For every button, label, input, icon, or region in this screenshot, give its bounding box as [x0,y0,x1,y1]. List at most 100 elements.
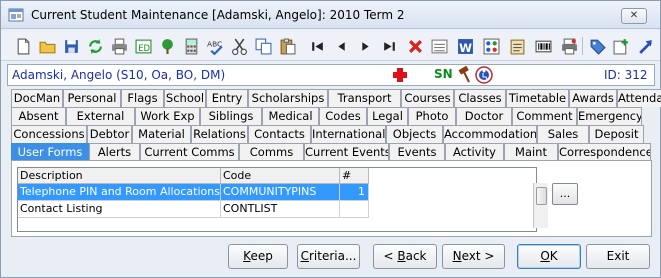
gavel-icon[interactable] [456,66,472,84]
tab-doctor[interactable]: Doctor [456,107,512,125]
column-header-code[interactable]: Code [221,168,340,184]
cell-code: COMMUNITYPINS [221,184,340,201]
tab-current-events[interactable]: Current Events [304,143,389,161]
back-button[interactable]: < Back [373,244,437,269]
delete-icon[interactable] [405,36,425,56]
tab-emergency[interactable]: Emergency [577,107,642,125]
add-note-icon[interactable] [611,36,631,56]
open-folder-icon[interactable] [37,36,57,56]
tab-comms[interactable]: Comms [239,143,304,161]
browse-button[interactable]: ... [552,183,578,205]
tab-international[interactable]: International [311,125,386,143]
last-record-icon[interactable] [379,36,399,56]
tab-medical[interactable]: Medical [262,107,319,125]
spellcheck-icon[interactable]: ABC [205,36,225,56]
print-preview-icon[interactable] [559,36,579,56]
tab-classes[interactable]: Classes [454,89,506,107]
next-button[interactable]: Next > [442,244,505,269]
student-maintenance-window: Current Student Maintenance [Adamski, An… [0,0,661,278]
tab-accommodation[interactable]: Accommodation [443,125,537,143]
table-row[interactable]: Contact Listing CONTLIST [18,201,536,218]
tab-siblings[interactable]: Siblings [200,107,262,125]
tab-material[interactable]: Material [132,125,191,143]
medical-cross-icon[interactable] [391,66,409,84]
svg-text:W: W [459,40,472,54]
edit-icon[interactable]: ED [133,36,153,56]
tab-entry[interactable]: Entry [206,89,248,107]
tab-activity[interactable]: Activity [445,143,504,161]
special-needs-icon[interactable]: SN [434,67,453,81]
previous-record-icon[interactable] [331,36,351,56]
tab-contacts[interactable]: Contacts [248,125,311,143]
tab-debtor[interactable]: Debtor [87,125,132,143]
tab-current-comms[interactable]: Current Comms [140,143,239,161]
criteria-button[interactable]: Criteria... [297,244,360,269]
grid-vertical-scrollbar[interactable] [533,183,548,228]
tab-concessions[interactable]: Concessions [11,125,87,143]
svg-text:ED: ED [138,43,150,53]
tab-docman[interactable]: DocMan [11,89,63,107]
tab-relations[interactable]: Relations [191,125,248,143]
tab-personal[interactable]: Personal [63,89,121,107]
table-row[interactable]: Telephone PIN and Room Allocations COMMU… [18,184,536,201]
next-record-icon[interactable] [355,36,375,56]
tab-alerts[interactable]: Alerts [89,143,140,161]
toolbar: ED ABC W [1,31,660,61]
tab-deposit[interactable]: Deposit [589,125,644,143]
tab-transport[interactable]: Transport [328,89,401,107]
paste-icon[interactable] [277,36,297,56]
tab-awards[interactable]: Awards [569,89,617,107]
tab-scholarships[interactable]: Scholarships [248,89,328,107]
copy-icon[interactable] [253,36,273,56]
cell-description: Contact Listing [18,201,221,218]
tag-icon[interactable] [587,36,607,56]
app-icon [8,8,24,22]
tab-comment[interactable]: Comment [512,107,577,125]
edit-arrow-icon[interactable] [635,36,655,56]
student-name: Adamski, Angelo (S10, Oa, BO, DM) [12,68,226,82]
tab-events[interactable]: Events [389,143,445,161]
first-record-icon[interactable] [307,36,327,56]
tab-user-forms[interactable]: User Forms [11,143,89,161]
tree-icon[interactable] [157,36,177,56]
exit-button[interactable]: Exit [586,244,650,269]
tab-absent[interactable]: Absent [11,107,66,125]
tab-photo[interactable]: Photo [408,107,456,125]
tab-maint[interactable]: Maint [504,143,558,161]
graph-icon[interactable] [481,36,501,56]
list-view-icon[interactable] [429,36,449,56]
tab-sales[interactable]: Sales [537,125,589,143]
ok-button[interactable]: OK [517,244,581,269]
tab-attendance[interactable]: Attendance [617,89,661,107]
column-header-description[interactable]: Description [18,168,221,184]
tab-correspondence[interactable]: Correspondence [558,143,651,161]
tab-courses[interactable]: Courses [401,89,454,107]
tab-flags[interactable]: Flags [121,89,164,107]
student-id: ID: 312 [604,68,648,82]
title-bar[interactable]: Current Student Maintenance [Adamski, An… [1,1,660,29]
close-button[interactable]: ✕ [621,8,647,24]
barcode-icon[interactable] [533,36,553,56]
save-icon[interactable] [61,36,81,56]
refresh-icon[interactable] [85,36,105,56]
scrollbar-thumb[interactable] [536,187,547,205]
user-forms-grid[interactable]: Description Code # Telephone PIN and Roo… [17,167,548,232]
tab-external[interactable]: External [66,107,135,125]
toolbar-separator [582,37,583,55]
column-header-count[interactable]: # [340,168,369,184]
print-icon[interactable] [109,36,129,56]
wheelchair-icon[interactable] [475,66,493,84]
tab-legal[interactable]: Legal [367,107,408,125]
word-icon[interactable]: W [455,36,475,56]
user-forms-panel: Description Code # Telephone PIN and Roo… [11,160,652,237]
tab-timetable[interactable]: Timetable [506,89,569,107]
tab-work-exp[interactable]: Work Exp [135,107,200,125]
tab-school[interactable]: School [164,89,206,107]
form-icon[interactable] [507,36,527,56]
new-document-icon[interactable] [13,36,33,56]
calculator-icon[interactable] [181,36,201,56]
tab-objects[interactable]: Objects [386,125,443,143]
cut-icon[interactable] [229,36,249,56]
keep-button[interactable]: Keep [228,244,288,269]
tab-codes[interactable]: Codes [319,107,367,125]
